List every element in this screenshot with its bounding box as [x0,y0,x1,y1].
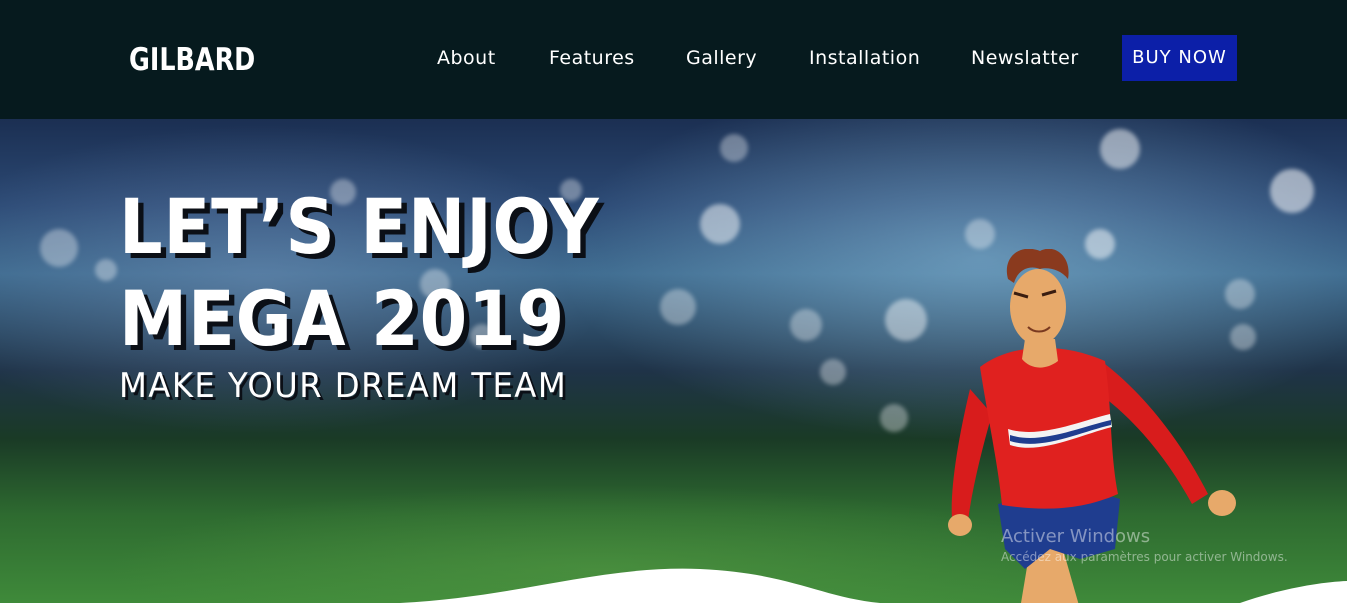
watermark-title: Activer Windows [1001,526,1151,547]
nav-link-features[interactable]: Features [549,44,635,72]
bokeh-light [885,299,927,341]
windows-activation-watermark: Activer Windows Accédez aux paramètres p… [1001,526,1288,564]
hero-headline: LET’S ENJOY MEGA 2019 [119,181,600,365]
bokeh-light [95,259,117,281]
nav-link-about[interactable]: About [437,44,496,72]
bokeh-light [700,204,740,244]
player-face [1010,269,1066,345]
bokeh-light [820,359,846,385]
bokeh-light [1270,169,1314,213]
player-right-hand [1208,490,1236,516]
watermark-subtitle: Accédez aux paramètres pour activer Wind… [1001,549,1288,564]
bokeh-light [790,309,822,341]
player-left-arm [951,389,992,521]
player-left-hand [948,514,972,536]
bokeh-light [40,229,78,267]
navbar: GILBARD About Features Gallery Installat… [0,0,1347,119]
bokeh-light [880,404,908,432]
headline-line-1: LET’S ENJOY [119,182,600,271]
site-logo[interactable]: GILBARD [129,40,255,80]
hero-tagline: MAKE YOUR DREAM TEAM [119,366,568,406]
buy-now-button[interactable]: BUY NOW [1122,35,1237,81]
player-right-arm [1100,364,1208,504]
nav-link-newsletter[interactable]: Newslatter [971,44,1079,72]
headline-line-2: MEGA 2019 [119,274,566,363]
nav-link-installation[interactable]: Installation [809,44,920,72]
bokeh-light [660,289,696,325]
hero-section: LET’S ENJOY MEGA 2019 MAKE YOUR DREAM TE… [0,119,1347,603]
bokeh-light [1100,129,1140,169]
bokeh-light [965,219,995,249]
bokeh-light [720,134,748,162]
nav-link-gallery[interactable]: Gallery [686,44,757,72]
